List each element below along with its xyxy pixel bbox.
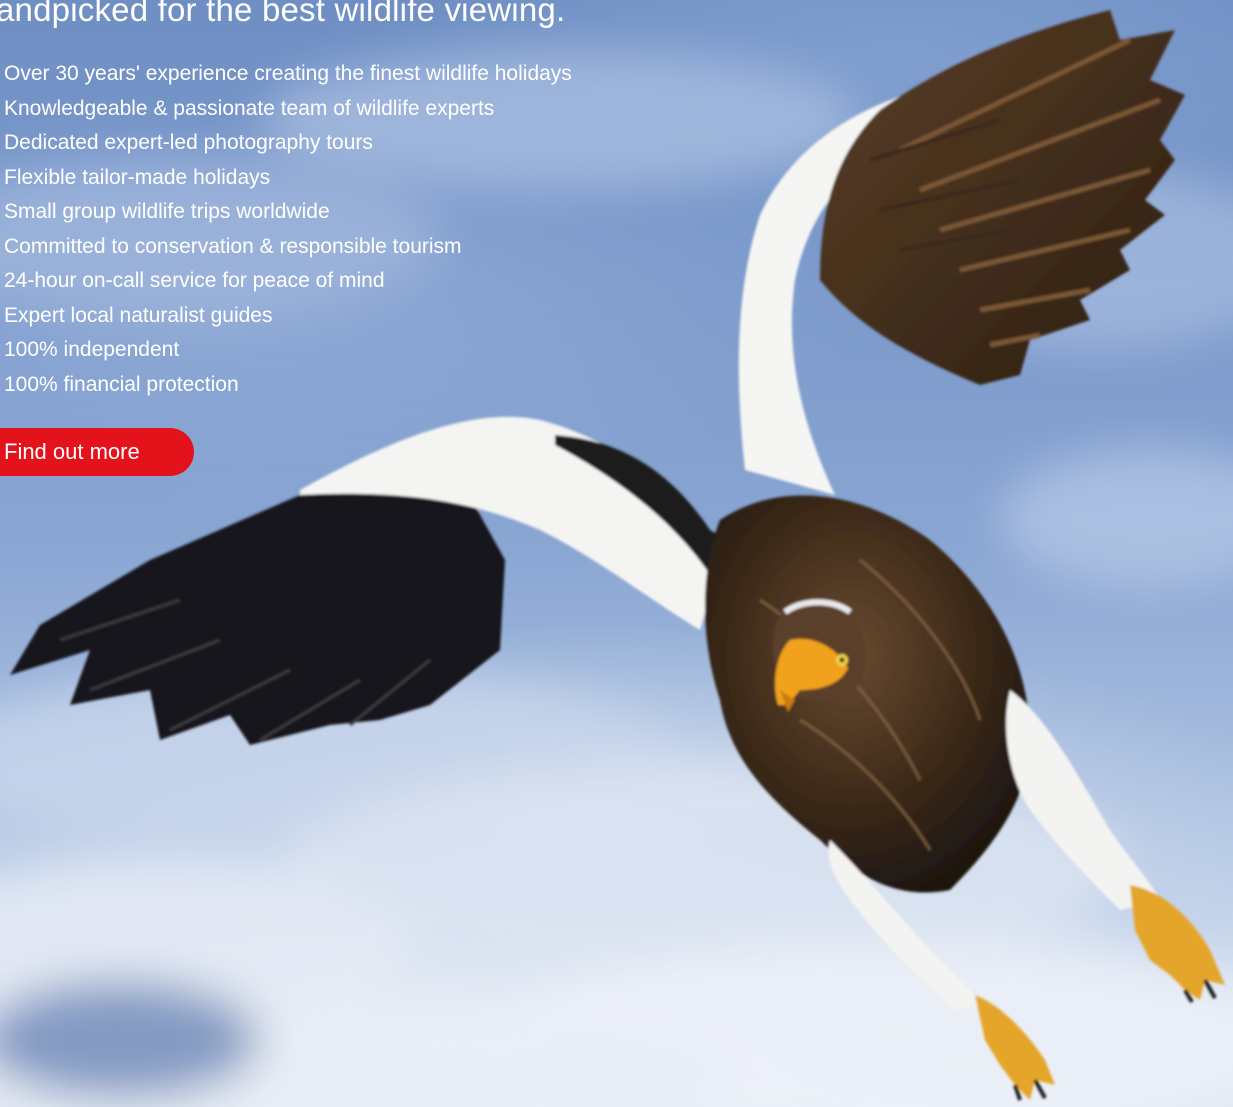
benefit-item: Small group wildlife trips worldwide [4, 200, 330, 223]
find-out-more-button[interactable]: Find out more [0, 428, 194, 476]
hero-headline: andpicked for the best wildlife viewing. [0, 0, 566, 28]
benefit-item: Flexible tailor-made holidays [4, 165, 271, 189]
benefit-item: 100% financial protection [4, 372, 239, 396]
hero-section: andpicked for the best wildlife viewing.… [0, 0, 1233, 1107]
benefit-item: Over 30 years' experience creating the f… [4, 62, 572, 85]
benefit-item: 24-hour on-call service for peace of min… [4, 269, 385, 292]
benefit-item: 100% independent [4, 338, 180, 361]
benefits-list: Over 30 years' experience creating the f… [4, 57, 572, 402]
benefit-item: Dedicated expert-led photography tours [4, 131, 373, 154]
benefit-item: Committed to conservation & responsible … [4, 234, 462, 258]
benefit-item: Knowledgeable & passionate team of wildl… [4, 96, 495, 120]
benefit-item: Expert local naturalist guides [4, 303, 273, 327]
